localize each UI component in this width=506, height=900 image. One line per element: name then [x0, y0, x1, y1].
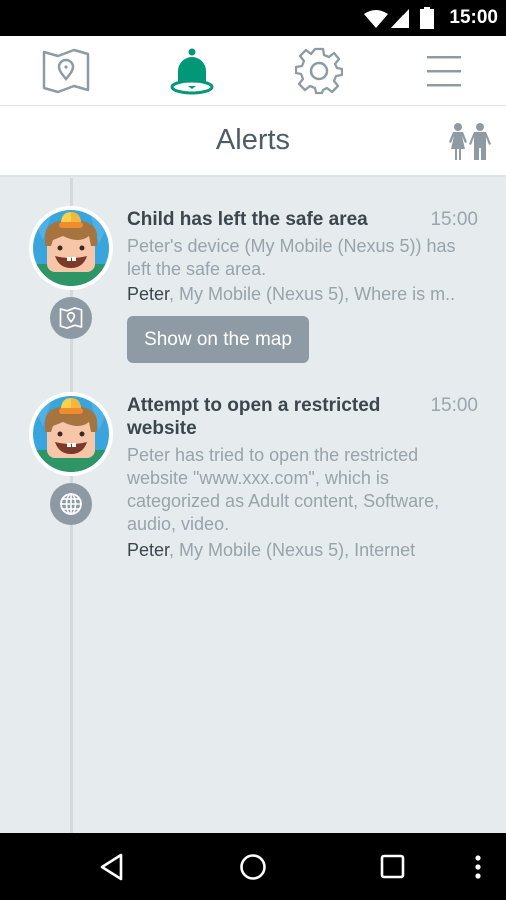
- alerts-list: Child has left the safe area 15:00 Peter…: [0, 178, 506, 833]
- map-pin-icon: [59, 307, 83, 329]
- alert-meta: Peter, My Mobile (Nexus 5), Where is m..: [127, 283, 482, 306]
- alert-meta-details: , My Mobile (Nexus 5), Internet: [169, 540, 416, 560]
- recents-icon: [380, 854, 405, 879]
- overflow-menu-icon: [475, 855, 481, 879]
- battery-icon: [420, 7, 434, 29]
- alert-time: 15:00: [430, 209, 478, 230]
- recents-button[interactable]: [371, 845, 415, 889]
- alert-title: Attempt to open a restricted website: [127, 395, 381, 439]
- status-bar: 15:00: [0, 0, 506, 36]
- system-navigation-bar: [0, 833, 506, 900]
- status-time: 15:00: [449, 7, 498, 28]
- nav-alerts-button[interactable]: [129, 36, 255, 106]
- bell-icon: [170, 48, 214, 95]
- page-title: Alerts: [215, 124, 291, 156]
- alert-meta: Peter, My Mobile (Nexus 5), Internet: [127, 539, 487, 562]
- alert-description: Peter has tried to open the restricted w…: [127, 445, 440, 534]
- hamburger-menu-icon: [427, 56, 461, 87]
- gear-icon: [295, 47, 343, 95]
- signal-icon: [391, 9, 409, 28]
- globe-icon: [60, 493, 82, 515]
- wifi-icon: [364, 10, 388, 28]
- child-name: Peter: [127, 284, 170, 304]
- back-button[interactable]: [90, 845, 134, 889]
- overflow-menu-button[interactable]: [456, 845, 500, 889]
- nav-menu-button[interactable]: [382, 36, 506, 106]
- alert-meta-details: , My Mobile (Nexus 5), Where is m..: [169, 284, 456, 304]
- avatar: [29, 206, 113, 290]
- alert-type-badge: [50, 297, 92, 339]
- home-button[interactable]: [231, 845, 275, 889]
- alert-time: 15:00: [430, 395, 478, 416]
- child-name: Peter: [127, 540, 170, 560]
- avatar: [29, 392, 113, 476]
- nav-map-button[interactable]: [3, 36, 129, 106]
- family-icon[interactable]: [448, 122, 492, 162]
- back-icon: [100, 853, 123, 881]
- alert-description: Peter's device (My Mobile (Nexus 5)) has…: [127, 236, 456, 279]
- alert-title: Child has left the safe area: [127, 209, 368, 230]
- home-icon: [240, 854, 266, 880]
- show-on-map-button[interactable]: Show on the map: [127, 316, 309, 363]
- nav-settings-button[interactable]: [256, 36, 382, 106]
- alert-type-badge: [50, 483, 92, 525]
- map-pin-icon: [42, 48, 90, 94]
- top-navigation: [0, 36, 506, 106]
- page-header: Alerts: [0, 106, 506, 177]
